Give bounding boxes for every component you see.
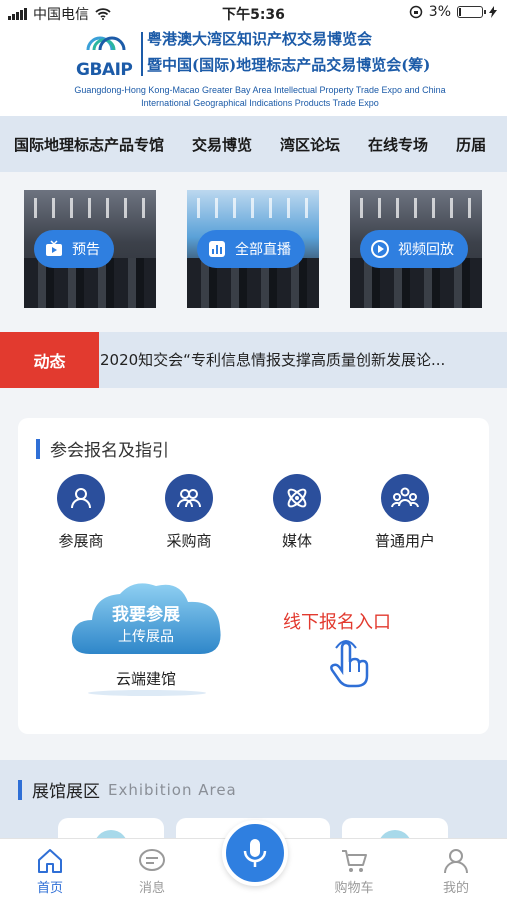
gbaip-logo: GBAIP xyxy=(76,28,140,80)
replay-icon xyxy=(371,240,389,258)
battery-icon xyxy=(457,6,486,18)
nav-tab-gi-pavilion[interactable]: 国际地理标志产品专馆 xyxy=(0,134,178,155)
users-icon xyxy=(391,487,419,508)
cloud-subtitle: 上传展品 xyxy=(118,629,174,645)
nav-tab-online[interactable]: 在线专场 xyxy=(354,134,442,155)
news-ticker[interactable]: 动态 2020知交会“专利信息情报支撑高质量创新发展论... xyxy=(0,332,507,388)
person-icon xyxy=(71,488,91,509)
profile-icon xyxy=(444,849,468,874)
tab-cart[interactable]: 购物车 xyxy=(322,847,386,896)
charging-icon xyxy=(489,6,497,18)
rotation-lock-icon xyxy=(409,5,423,19)
tab-profile[interactable]: 我的 xyxy=(424,847,488,896)
header-title-cn: 粤港澳大湾区知识产权交易博览会 xyxy=(147,30,373,48)
registration-panel: 参会报名及指引 参展商 采购商 媒体 普通用户 我要参展 上传展品 云端建馆 线… xyxy=(18,418,489,734)
header-title-en: Guangdong-Hong Kong-Macao Greater Bay Ar… xyxy=(74,85,446,108)
cloud-title: 我要参展 xyxy=(112,605,180,625)
live-button[interactable]: 全部直播 xyxy=(197,230,305,268)
role-buyer[interactable]: 采购商 xyxy=(144,474,234,551)
video-card-live[interactable]: 全部直播 xyxy=(187,190,319,308)
preview-button[interactable]: 预告 xyxy=(34,230,114,268)
app-header: GBAIP 粤港澳大湾区知识产权交易博览会 暨中国(国际)地理标志产品交易博览会… xyxy=(0,26,507,116)
nav-tab-history[interactable]: 历届 xyxy=(442,134,500,155)
microphone-icon xyxy=(243,839,267,867)
video-cards: 预告 全部直播 视频回放 xyxy=(0,190,507,310)
role-media[interactable]: 媒体 xyxy=(252,474,342,551)
video-card-replay[interactable]: 视频回放 xyxy=(350,190,482,308)
news-headline[interactable]: 2020知交会“专利信息情报支撑高质量创新发展论... xyxy=(100,332,501,388)
cloud-caption: 云端建馆 xyxy=(115,670,176,688)
replay-button[interactable]: 视频回放 xyxy=(360,230,468,268)
home-icon xyxy=(38,849,62,873)
battery-percent: 3% xyxy=(428,4,451,20)
header-subtitle-cn: 暨中国(国际)地理标志产品交易博览会(筹) xyxy=(147,56,431,74)
registration-title: 参会报名及指引 xyxy=(36,436,169,461)
nav-tab-trade-expo[interactable]: 交易博览 xyxy=(178,134,266,155)
cloud-exhibit-button[interactable]: 我要参展 上传展品 xyxy=(68,576,224,672)
video-card-preview[interactable]: 预告 xyxy=(24,190,156,308)
offline-registration-link[interactable]: 线下报名入口 xyxy=(283,608,391,634)
role-regular-user[interactable]: 普通用户 xyxy=(360,474,450,551)
atom-icon xyxy=(287,488,307,508)
role-list: 参展商 采购商 媒体 普通用户 xyxy=(18,474,489,554)
tap-hand-icon[interactable] xyxy=(328,640,372,688)
news-tag: 动态 xyxy=(0,332,99,388)
message-icon xyxy=(139,849,165,871)
bar-chart-icon xyxy=(209,241,225,257)
top-nav: 国际地理标志产品专馆 交易博览 湾区论坛 在线专场 历届 xyxy=(0,116,507,172)
cart-icon xyxy=(342,850,367,872)
status-bar: 中国电信 下午5:36 3% xyxy=(0,0,507,26)
voice-button[interactable] xyxy=(222,820,288,886)
exhibition-title: 展馆展区 Exhibition Area xyxy=(18,777,237,803)
role-exhibitor[interactable]: 参展商 xyxy=(36,474,126,551)
tv-icon xyxy=(46,240,62,256)
tab-home[interactable]: 首页 xyxy=(18,847,82,896)
nav-tab-bay-forum[interactable]: 湾区论坛 xyxy=(266,134,354,155)
tab-messages[interactable]: 消息 xyxy=(120,847,184,896)
group-icon xyxy=(177,489,201,508)
